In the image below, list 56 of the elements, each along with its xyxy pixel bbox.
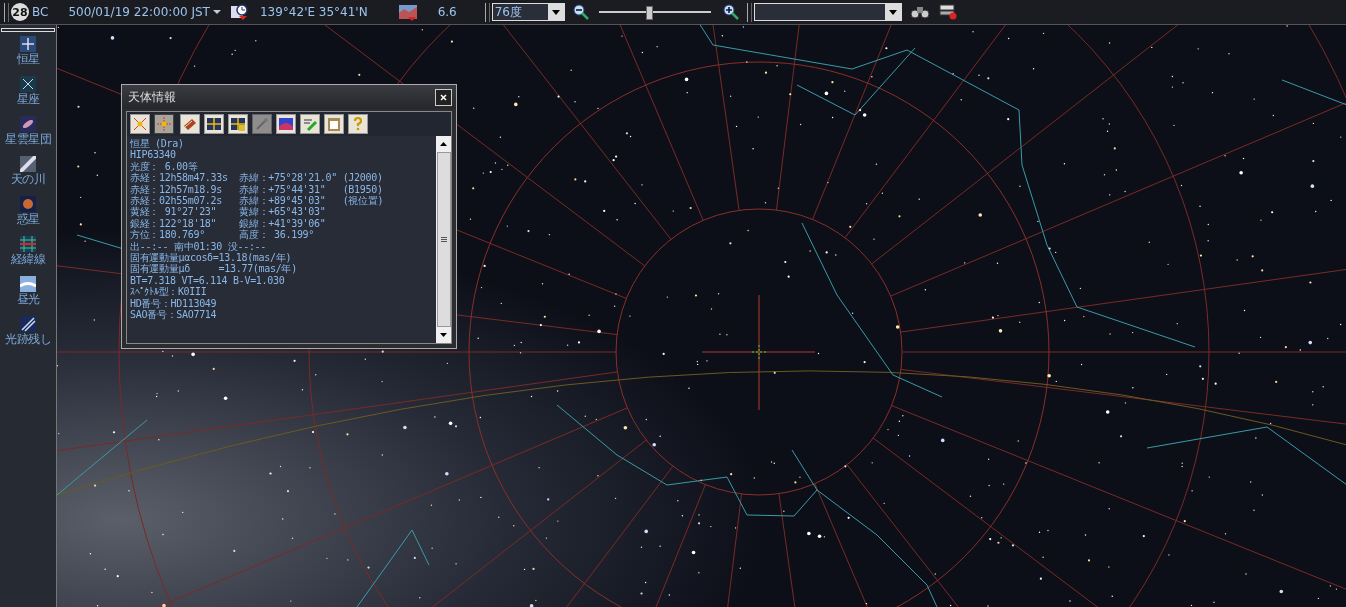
close-button[interactable] [435, 88, 452, 106]
datetime-display[interactable]: 500/01/19 22:00:00 JST [68, 5, 210, 19]
nebula-layer-icon [20, 116, 36, 132]
info-text-line: 光度： 6.00等 [130, 160, 199, 172]
sidebar-item[interactable]: 光跡残し [5, 314, 51, 354]
sidebar-item[interactable]: 星雲星団 [5, 114, 51, 154]
info-text-line: 赤経：12h57m18.9s 赤緯：+75°44'31" (B1950) [130, 183, 384, 195]
limiting-magnitude[interactable]: 6.6 [437, 5, 457, 19]
zoom-slider[interactable] [598, 4, 711, 20]
caret-icon[interactable] [211, 8, 222, 16]
grip-lines-icon[interactable] [440, 237, 447, 242]
info-text-line: 赤経：02h55m07.2s 赤緯：+89°45'03" (視位置) [130, 195, 385, 207]
object-search-dropdown[interactable] [753, 3, 902, 21]
trail-layer-icon [20, 316, 36, 332]
info-text-line: SAO番号：SAO7714 [130, 309, 218, 321]
info-text-line: 固有運動量μδ =13.77(mas/年) [130, 263, 298, 275]
info-text-line: HIP63340 [130, 149, 177, 161]
field-of-view-dropdown[interactable]: 76度 [491, 3, 565, 21]
sidebar-item[interactable]: 星座 [16, 74, 40, 114]
info-text-line: 固有運動量μαcosδ=13.18(mas/年) [130, 252, 292, 264]
scroll-down-arrow-icon[interactable] [440, 333, 447, 337]
scrollbar[interactable] [436, 136, 451, 343]
sidebar-item[interactable]: 昼光 [16, 274, 40, 314]
info-text-line: 黄経： 91°27'23" 黄緯：+65°43'03" [130, 206, 327, 218]
zoom-out-icon[interactable] [572, 4, 589, 20]
clock-icon[interactable] [229, 3, 250, 21]
daylight-layer-icon [20, 276, 36, 292]
info-text-line: 銀経：122°18'18" 銀緯：+41°39'06" [130, 217, 327, 230]
milkyway-layer-icon [20, 156, 36, 172]
info-text-line: ｽﾍﾟｸﾄﾙ型：K0III [130, 286, 208, 298]
planet-layer-icon [20, 196, 36, 212]
sidebar-item[interactable]: 経緯線 [10, 234, 46, 274]
star-layer-icon [20, 36, 36, 52]
constellation-layer-icon [20, 76, 36, 92]
window-title: 天体情報 [128, 88, 176, 106]
binoculars-icon[interactable] [909, 5, 930, 19]
info-text-line: HD番号：HD113049 [130, 297, 218, 309]
info-text-line: 恒星 (Dra) [130, 138, 185, 150]
info-text-line: 赤経：12h58m47.33s 赤緯：+75°28'21.0" (J2000) [130, 172, 384, 184]
location-display[interactable]: 139°42'E 35°41'N [259, 5, 368, 19]
info-text-line: BT=7.318 VT=6.114 B-V=1.030 [130, 274, 286, 287]
zoom-in-icon[interactable] [722, 4, 739, 20]
caret-icon[interactable] [551, 9, 560, 15]
info-text-line: 方位：180.769° 高度： 36.199° [130, 229, 316, 241]
info-text-line: 出--:-- 南中01:30 没--:-- [130, 240, 268, 253]
close-icon[interactable] [440, 93, 447, 101]
era-badge: 28 [11, 3, 29, 21]
grid-layer-icon [20, 236, 36, 252]
sidebar-item[interactable]: 恒星 [16, 34, 40, 74]
era-label: BC [32, 5, 49, 19]
star-map-drawing[interactable] [57, 25, 1346, 607]
sidebar-item[interactable]: 惑星 [16, 194, 40, 234]
scroll-up-arrow-icon[interactable] [440, 142, 447, 146]
landscape-icon[interactable] [397, 3, 418, 21]
sidebar-item[interactable]: 天の川 [10, 154, 46, 194]
caret-icon[interactable] [888, 9, 897, 15]
